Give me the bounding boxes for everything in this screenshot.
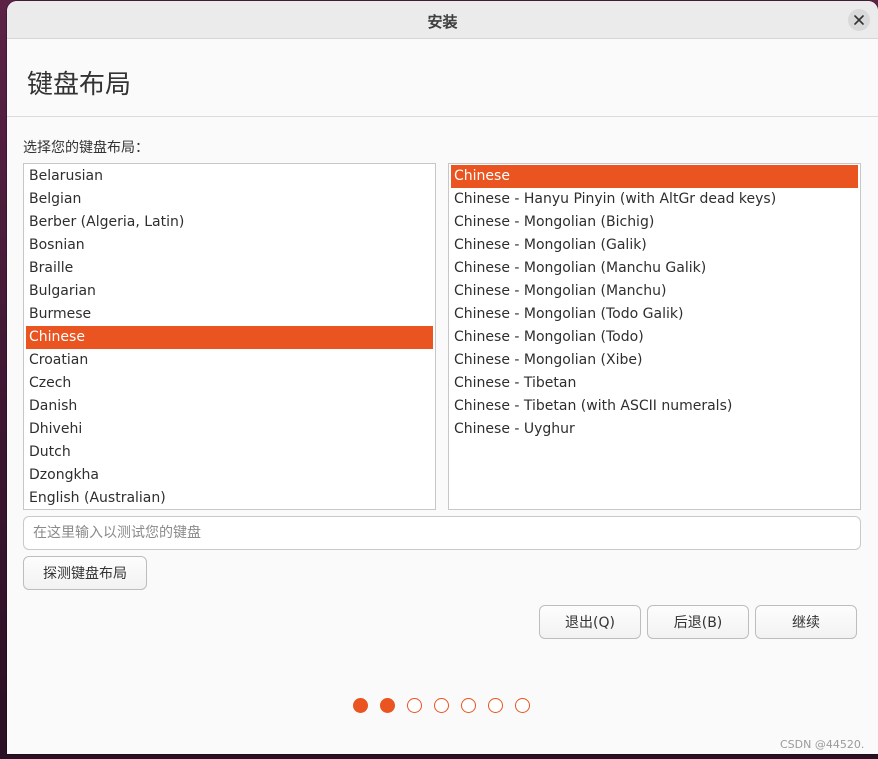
layout-list-item[interactable]: Belarusian [26,165,433,188]
variant-list-item[interactable]: Chinese - Mongolian (Todo Galik) [451,303,858,326]
variant-list-item[interactable]: Chinese - Hanyu Pinyin (with AltGr dead … [451,188,858,211]
continue-button[interactable]: 继续 [755,605,857,639]
layout-list-item[interactable]: Bosnian [26,234,433,257]
installer-window: 安装 键盘布局 选择您的键盘布局： Belarusian Belgian Berbe… [7,1,878,754]
variant-list-item[interactable]: Chinese - Mongolian (Todo) [451,326,858,349]
page-header: 键盘布局 [7,40,878,117]
layout-list-item[interactable]: Dzongkha [26,464,433,487]
layout-list-item[interactable]: Burmese [26,303,433,326]
progress-indicator [7,698,878,716]
layout-prompt-label: 选择您的键盘布局： [23,140,149,156]
close-button[interactable] [848,9,870,31]
keyboard-test-input[interactable] [23,516,861,550]
layout-list-item[interactable]: Berber (Algeria, Latin) [26,211,433,234]
variant-list-item[interactable]: Chinese - Mongolian (Manchu Galik) [451,257,858,280]
layout-list-item[interactable]: Dutch [26,441,433,464]
variant-list-item[interactable]: Chinese - Mongolian (Manchu) [451,280,858,303]
layout-list-item[interactable]: Dhivehi [26,418,433,441]
variant-list-item[interactable]: Chinese [451,165,858,188]
keyboard-layout-list[interactable]: Belarusian Belgian Berber (Algeria, Latin)… [23,163,436,510]
layout-list-item[interactable]: English (Australian) [26,487,433,509]
progress-dot [407,698,422,713]
progress-dot [488,698,503,713]
layout-list-item[interactable]: Czech [26,372,433,395]
watermark: CSDN @44520. [780,738,865,751]
variant-list-item[interactable]: Chinese - Mongolian (Xibe) [451,349,858,372]
variant-list-item[interactable]: Chinese - Mongolian (Galik) [451,234,858,257]
layout-list-item[interactable]: Danish [26,395,433,418]
progress-dot [353,698,368,713]
variant-list-item[interactable]: Chinese - Tibetan (with ASCII numerals) [451,395,858,418]
layout-list-item[interactable]: Chinese [26,326,433,349]
layout-list-item[interactable]: Croatian [26,349,433,372]
layout-list-item[interactable]: Belgian [26,188,433,211]
progress-dot [461,698,476,713]
window-title: 安装 [427,13,458,31]
detect-layout-button[interactable]: 探测键盘布局 [23,556,147,590]
progress-dot [515,698,530,713]
back-button[interactable]: 后退(B) [647,605,749,639]
quit-button[interactable]: 退出(Q) [539,605,641,639]
close-icon [854,15,864,25]
title-bar: 安装 [7,1,878,39]
variant-list-item[interactable]: Chinese - Mongolian (Bichig) [451,211,858,234]
layout-list-item[interactable]: Braille [26,257,433,280]
variant-list-item[interactable]: Chinese - Tibetan [451,372,858,395]
variant-list-item[interactable]: Chinese - Uyghur [451,418,858,441]
progress-dot [380,698,395,713]
layout-list-item[interactable]: Bulgarian [26,280,433,303]
keyboard-variant-list[interactable]: Chinese Chinese - Hanyu Pinyin (with AltG… [448,163,861,510]
page-title: 键盘布局 [27,70,132,100]
progress-dot [434,698,449,713]
